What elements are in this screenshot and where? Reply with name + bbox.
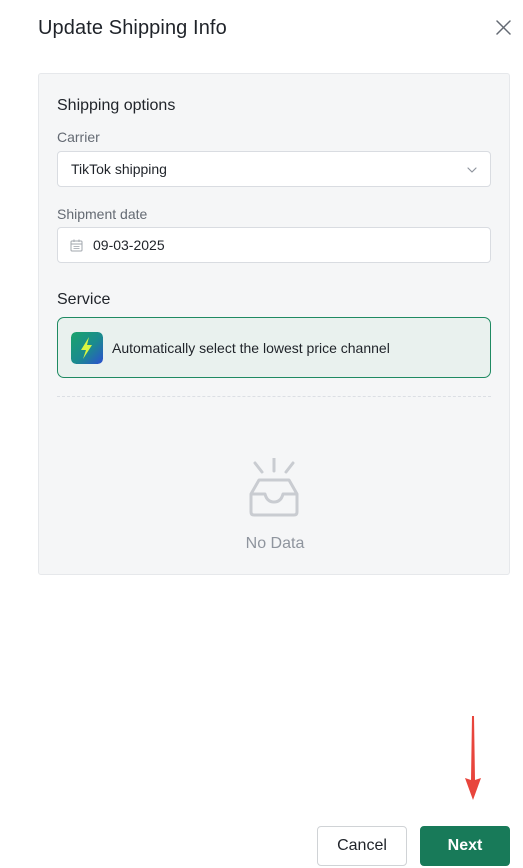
shipment-date-value: 09-03-2025 [93,237,165,253]
carrier-value: TikTok shipping [71,161,167,177]
next-button[interactable]: Next [420,826,510,866]
service-title: Service [57,291,111,308]
shipment-date-input[interactable]: 09-03-2025 [57,227,491,263]
empty-inbox-icon [249,458,299,517]
service-option-label: Automatically select the lowest price ch… [112,340,390,356]
chevron-down-icon [467,167,477,173]
carrier-select[interactable]: TikTok shipping [57,151,491,187]
empty-state-text: No Data [245,535,305,552]
shipping-panel: Shipping options Carrier TikTok shipping… [38,73,510,575]
lightning-logo-icon [71,332,103,364]
calendar-icon [70,239,83,252]
shipment-date-label: Shipment date [57,206,148,222]
close-icon [496,20,511,35]
shipping-options-title: Shipping options [57,97,176,114]
close-button[interactable] [491,16,515,40]
cancel-button[interactable]: Cancel [317,826,407,866]
red-arrow-annotation [465,716,481,800]
section-divider [57,396,491,397]
carrier-label: Carrier [57,129,100,145]
dialog-title: Update Shipping Info [38,17,227,39]
service-option-card[interactable]: Automatically select the lowest price ch… [57,317,491,378]
